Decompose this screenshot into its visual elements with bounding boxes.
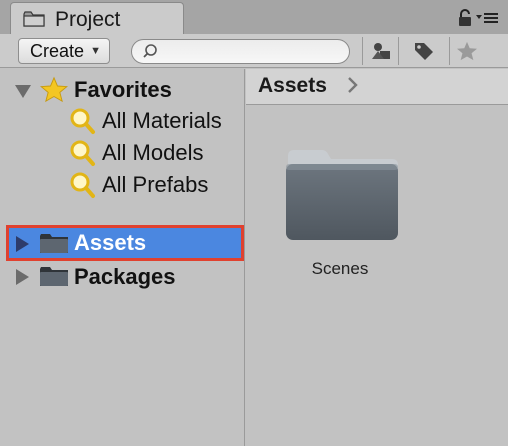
tree-item-assets[interactable]: Assets — [9, 228, 242, 260]
breadcrumb-item[interactable]: Assets — [258, 74, 327, 98]
search-field[interactable] — [131, 39, 350, 64]
project-toolbar: Create ▼ — [0, 34, 508, 68]
chevron-right-icon — [346, 75, 360, 100]
folder-icon — [39, 232, 69, 259]
tree-item-label: Favorites — [74, 77, 172, 102]
tree-item-packages[interactable]: Packages — [0, 261, 245, 293]
folder-icon — [39, 265, 69, 292]
toolbar-divider — [449, 37, 450, 65]
create-button[interactable]: Create ▼ — [18, 38, 110, 64]
tree-item-label: All Materials — [102, 108, 222, 133]
tree-item-label: All Prefabs — [102, 172, 209, 197]
filter-by-type-icon[interactable] — [366, 39, 396, 63]
expand-arrow-icon[interactable] — [15, 85, 31, 98]
tree-item-label: All Models — [102, 140, 204, 165]
breadcrumb: Assets — [246, 69, 508, 105]
lock-icon[interactable] — [457, 9, 473, 32]
search-input[interactable] — [162, 42, 342, 61]
folder-icon — [284, 146, 400, 247]
tab-tools — [457, 9, 498, 32]
tree-item-favorites[interactable]: Favorites — [0, 73, 245, 105]
asset-grid: Scenes — [246, 106, 508, 446]
panel-menu-icon[interactable] — [476, 11, 498, 30]
tree-item-all-materials[interactable]: All Materials — [0, 104, 245, 136]
tree-item-label: Assets — [74, 230, 147, 255]
filter-by-label-icon[interactable] — [409, 39, 439, 63]
chevron-down-icon: ▼ — [90, 45, 101, 57]
search-icon — [142, 43, 158, 64]
expand-arrow-icon[interactable] — [16, 269, 29, 285]
toolbar-divider — [398, 37, 399, 65]
asset-folder-scenes[interactable]: Scenes — [282, 142, 398, 282]
asset-label: Scenes — [311, 259, 369, 278]
project-tab[interactable]: Project — [10, 2, 184, 34]
create-button-label: Create — [30, 40, 85, 61]
tree-item-all-models[interactable]: All Models — [0, 136, 245, 168]
toolbar-divider — [362, 37, 363, 65]
tree-item-label: Packages — [74, 264, 176, 289]
project-tree-panel: Favorites All Materials All Models All P… — [0, 69, 245, 446]
search-icon — [68, 171, 96, 204]
window-tab-bar: Project — [0, 0, 508, 34]
tree-item-all-prefabs[interactable]: All Prefabs — [0, 168, 245, 200]
folder-icon — [23, 11, 45, 32]
project-tab-label: Project — [55, 8, 121, 31]
favorite-star-icon[interactable] — [452, 39, 482, 63]
expand-arrow-icon[interactable] — [16, 236, 29, 252]
